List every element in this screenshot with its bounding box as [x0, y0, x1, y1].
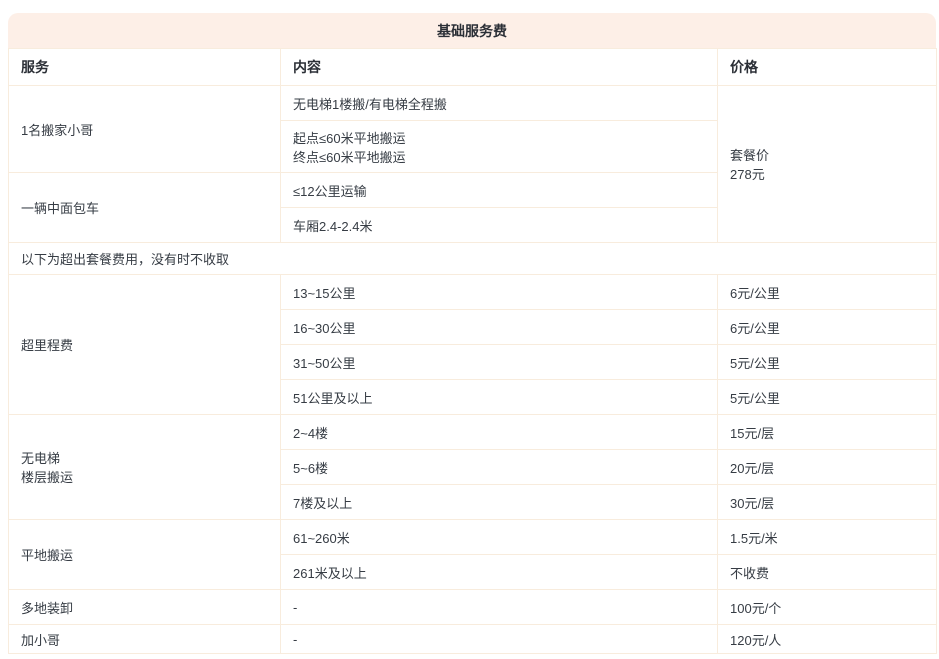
note-row: 以下为超出套餐费用，没有时不收取 — [9, 243, 937, 275]
pricing-table: 基础服务费 服务 内容 价格 1名搬家小哥 无电梯1楼搬/有电梯全程搬 套餐价 … — [8, 13, 936, 654]
content-cell: 16~30公里 — [281, 310, 718, 345]
content-cell-transport: ≤12公里运输 — [281, 173, 718, 208]
service-cell-extra-mover: 加小哥 — [9, 625, 281, 654]
content-cell-elevator: 无电梯1楼搬/有电梯全程搬 — [281, 86, 718, 121]
content-cell: 2~4楼 — [281, 415, 718, 450]
price-cell: 不收费 — [718, 555, 937, 590]
price-cell: 5元/公里 — [718, 345, 937, 380]
content-cell: 7楼及以上 — [281, 485, 718, 520]
content-cell: 61~260米 — [281, 520, 718, 555]
price-cell: 30元/层 — [718, 485, 937, 520]
price-cell: 6元/公里 — [718, 310, 937, 345]
price-cell: 20元/层 — [718, 450, 937, 485]
table-row: 平地搬运 61~260米 1.5元/米 — [9, 520, 937, 555]
price-cell-package: 套餐价 278元 — [718, 86, 937, 243]
price-cell: 15元/层 — [718, 415, 937, 450]
content-cell: 13~15公里 — [281, 275, 718, 310]
content-cell: 261米及以上 — [281, 555, 718, 590]
service-cell-mover: 1名搬家小哥 — [9, 86, 281, 173]
column-header-price: 价格 — [718, 49, 937, 86]
column-header-row: 服务 内容 价格 — [9, 49, 937, 86]
content-cell-van-size: 车厢2.4-2.4米 — [281, 208, 718, 243]
price-cell: 1.5元/米 — [718, 520, 937, 555]
column-header-service: 服务 — [9, 49, 281, 86]
table-row: 多地装卸 - 100元/个 — [9, 590, 937, 625]
column-header-content: 内容 — [281, 49, 718, 86]
content-cell-flat-distance: 起点≤60米平地搬运 终点≤60米平地搬运 — [281, 121, 718, 173]
price-cell: 6元/公里 — [718, 275, 937, 310]
content-cell: - — [281, 590, 718, 625]
table-row: 加小哥 - 120元/人 — [9, 625, 937, 654]
table-title: 基础服务费 — [437, 21, 507, 41]
table-row: 1名搬家小哥 无电梯1楼搬/有电梯全程搬 套餐价 278元 — [9, 86, 937, 121]
content-cell: 5~6楼 — [281, 450, 718, 485]
service-cell-van: 一辆中面包车 — [9, 173, 281, 243]
table-row: 无电梯 楼层搬运 2~4楼 15元/层 — [9, 415, 937, 450]
content-cell: - — [281, 625, 718, 654]
table-title-band: 基础服务费 — [8, 13, 936, 48]
price-cell: 5元/公里 — [718, 380, 937, 415]
base-service-fee-table: 服务 内容 价格 1名搬家小哥 无电梯1楼搬/有电梯全程搬 套餐价 278元 起… — [8, 48, 937, 654]
price-cell: 120元/人 — [718, 625, 937, 654]
content-cell: 51公里及以上 — [281, 380, 718, 415]
service-cell-flat-carry: 平地搬运 — [9, 520, 281, 590]
service-cell-mileage: 超里程费 — [9, 275, 281, 415]
service-cell-multi-stop: 多地装卸 — [9, 590, 281, 625]
service-cell-stairs: 无电梯 楼层搬运 — [9, 415, 281, 520]
note-text: 以下为超出套餐费用，没有时不收取 — [9, 243, 937, 275]
price-cell: 100元/个 — [718, 590, 937, 625]
table-row: 超里程费 13~15公里 6元/公里 — [9, 275, 937, 310]
content-cell: 31~50公里 — [281, 345, 718, 380]
